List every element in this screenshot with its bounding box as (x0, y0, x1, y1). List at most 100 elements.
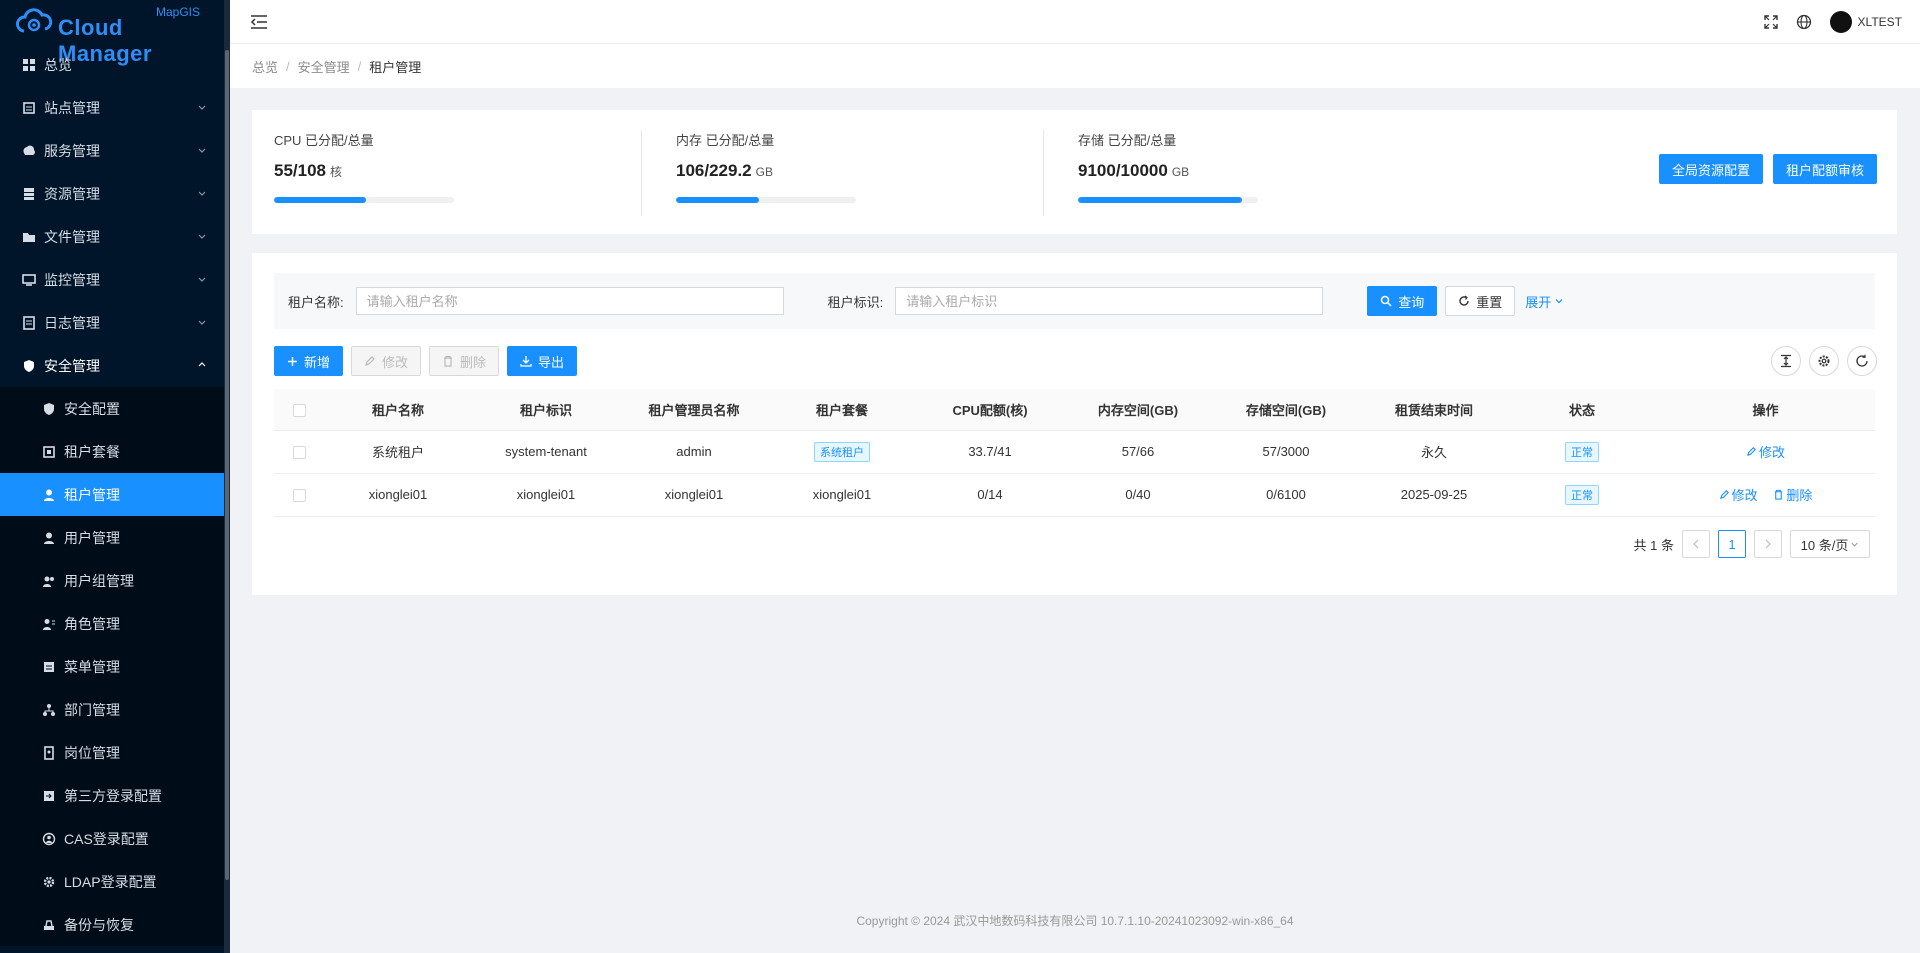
globe-icon[interactable] (1796, 14, 1812, 30)
sidebar-item-label: 用户管理 (64, 529, 120, 546)
table-toolbar: 新增 修改 删除 导出 (274, 346, 578, 376)
progress-bar (676, 197, 856, 203)
row-select[interactable] (274, 430, 324, 474)
edit-button[interactable]: 修改 (351, 346, 422, 376)
post-icon (44, 745, 54, 760)
column-height-button[interactable] (1771, 346, 1801, 376)
status-badge: 正常 (1565, 484, 1599, 505)
sidebar-item-third-party-login[interactable]: 第三方登录配置 (0, 774, 230, 817)
sidebar-item-label: LDAP登录配置 (64, 873, 157, 890)
main-area: XLTEST 总览 / 安全管理 / 租户管理 CPU 已分配/总量 55/10… (230, 0, 1920, 953)
reset-label: 重置 (1476, 294, 1503, 310)
sidebar-item-menu[interactable]: 菜单管理 (0, 645, 230, 688)
tenant-id-input[interactable] (895, 287, 1324, 315)
header-select-all[interactable] (274, 389, 324, 431)
sidebar-item-file[interactable]: 文件管理 (0, 215, 230, 258)
cell-tenant-id: xionglei01 (472, 473, 620, 517)
chevron-down-icon (198, 105, 206, 110)
sidebar-scroll-thumb[interactable] (225, 50, 229, 880)
breadcrumb-item[interactable]: 总览 (252, 57, 278, 76)
chevron-down-icon (198, 320, 206, 325)
cell-cpu: 33.7/41 (916, 430, 1064, 474)
cell-storage: 0/6100 (1212, 473, 1360, 517)
sidebar-item-security[interactable]: 安全管理 (0, 344, 230, 387)
sidebar-item-backup[interactable]: 备份与恢复 (0, 903, 230, 946)
breadcrumb-item[interactable]: 安全管理 (298, 57, 350, 76)
tenant-name-input[interactable] (355, 287, 784, 315)
row-checkbox[interactable] (292, 446, 306, 460)
sidebar-item-department[interactable]: 部门管理 (0, 688, 230, 731)
sidebar-item-post[interactable]: 岗位管理 (0, 731, 230, 774)
query-label: 查询 (1398, 294, 1425, 310)
sidebar-item-label: 租户套餐 (64, 443, 120, 460)
package-tag: 系统租户 (814, 441, 870, 462)
query-button[interactable]: 查询 (1367, 286, 1438, 316)
table-row[interactable]: 系统租户 system-tenant admin 系统租户 33.7/41 57… (274, 430, 1875, 474)
add-button[interactable]: 新增 (274, 346, 344, 376)
tenant-panel: 租户名称: 租户标识: 查询 重置 展开 新增 (252, 253, 1897, 595)
sidebar-item-label: 角色管理 (64, 615, 120, 632)
progress-fill (274, 197, 366, 203)
sidebar-item-label: 文件管理 (44, 228, 100, 245)
select-all-checkbox[interactable] (292, 403, 306, 417)
edit-label: 修改 (382, 354, 409, 370)
column-settings-button[interactable] (1809, 346, 1839, 376)
row-delete-link[interactable]: 删除 (1773, 485, 1812, 504)
status-badge: 正常 (1565, 441, 1599, 462)
sidebar-item-monitor[interactable]: 监控管理 (0, 258, 230, 301)
fullscreen-icon[interactable] (1763, 15, 1778, 29)
row-edit-link[interactable]: 修改 (1746, 442, 1785, 461)
backup-icon (44, 919, 54, 930)
chevron-down-icon (1555, 299, 1563, 304)
page-number-button[interactable]: 1 (1718, 530, 1746, 558)
row-select[interactable] (274, 473, 324, 517)
stat-value: 106/229.2 GB (676, 161, 1078, 181)
page-size-value: 10 条/页 (1800, 537, 1849, 553)
sidebar-item-service[interactable]: 服务管理 (0, 129, 230, 172)
sidebar-item-tenant-management[interactable]: 租户管理 (0, 473, 230, 516)
prev-page-button[interactable] (1682, 530, 1710, 558)
row-edit-link[interactable]: 修改 (1719, 485, 1758, 504)
sidebar-item-user-group[interactable]: 用户组管理 (0, 559, 230, 602)
reset-button[interactable]: 重置 (1445, 286, 1516, 316)
sidebar-item-overview[interactable]: 总览 (0, 43, 230, 86)
sidebar-item-ldap-login[interactable]: LDAP登录配置 (0, 860, 230, 903)
row-delete-label: 删除 (1786, 488, 1813, 503)
sidebar-item-site[interactable]: 站点管理 (0, 86, 230, 129)
resource-stats-card: CPU 已分配/总量 55/108 核 内存 已分配/总量 106/229.2 GB… (252, 110, 1897, 234)
search-form: 租户名称: 租户标识: 查询 重置 展开 (274, 273, 1875, 329)
column-header: 租户套餐 (768, 389, 916, 431)
next-page-button[interactable] (1754, 530, 1782, 558)
chevron-down-icon (1851, 542, 1858, 547)
sidebar-item-user-management[interactable]: 用户管理 (0, 516, 230, 559)
user-menu[interactable]: XLTEST (1829, 11, 1902, 33)
refresh-button[interactable] (1847, 346, 1877, 376)
column-header: 状态 (1508, 389, 1656, 431)
sidebar-item-label: 总览 (44, 56, 72, 73)
tenant-quota-review-button[interactable]: 租户配额审核 (1772, 154, 1877, 184)
cell-tenant-id: system-tenant (472, 430, 620, 474)
export-button[interactable]: 导出 (507, 346, 578, 376)
sidebar-item-tenant-package[interactable]: 租户套餐 (0, 430, 230, 473)
sidebar-item-cas-login[interactable]: CAS登录配置 (0, 817, 230, 860)
menu-fold-icon[interactable] (250, 14, 268, 30)
sidebar-item-security-config[interactable]: 安全配置 (0, 387, 230, 430)
table-tools (1771, 346, 1877, 376)
sidebar-item-label: 用户组管理 (64, 572, 134, 589)
sidebar-item-role[interactable]: 角色管理 (0, 602, 230, 645)
sidebar-item-log[interactable]: 日志管理 (0, 301, 230, 344)
sidebar-item-label: 服务管理 (44, 142, 100, 159)
page-size-select[interactable]: 10 条/页 (1790, 530, 1870, 558)
delete-button[interactable]: 删除 (429, 346, 500, 376)
expand-toggle[interactable]: 展开 (1525, 292, 1564, 311)
global-resource-config-button[interactable]: 全局资源配置 (1658, 154, 1763, 184)
cell-memory: 0/40 (1064, 473, 1212, 517)
package-icon (43, 445, 55, 458)
sidebar-item-resource[interactable]: 资源管理 (0, 172, 230, 215)
progress-fill (1078, 197, 1242, 203)
logo[interactable]: MapGIS Cloud Manager (0, 0, 230, 66)
row-checkbox[interactable] (292, 489, 306, 503)
sidebar-item-label: 站点管理 (44, 99, 100, 116)
table-row[interactable]: xionglei01 xionglei01 xionglei01 xiongle… (274, 473, 1875, 517)
chevron-up-icon (198, 362, 206, 367)
